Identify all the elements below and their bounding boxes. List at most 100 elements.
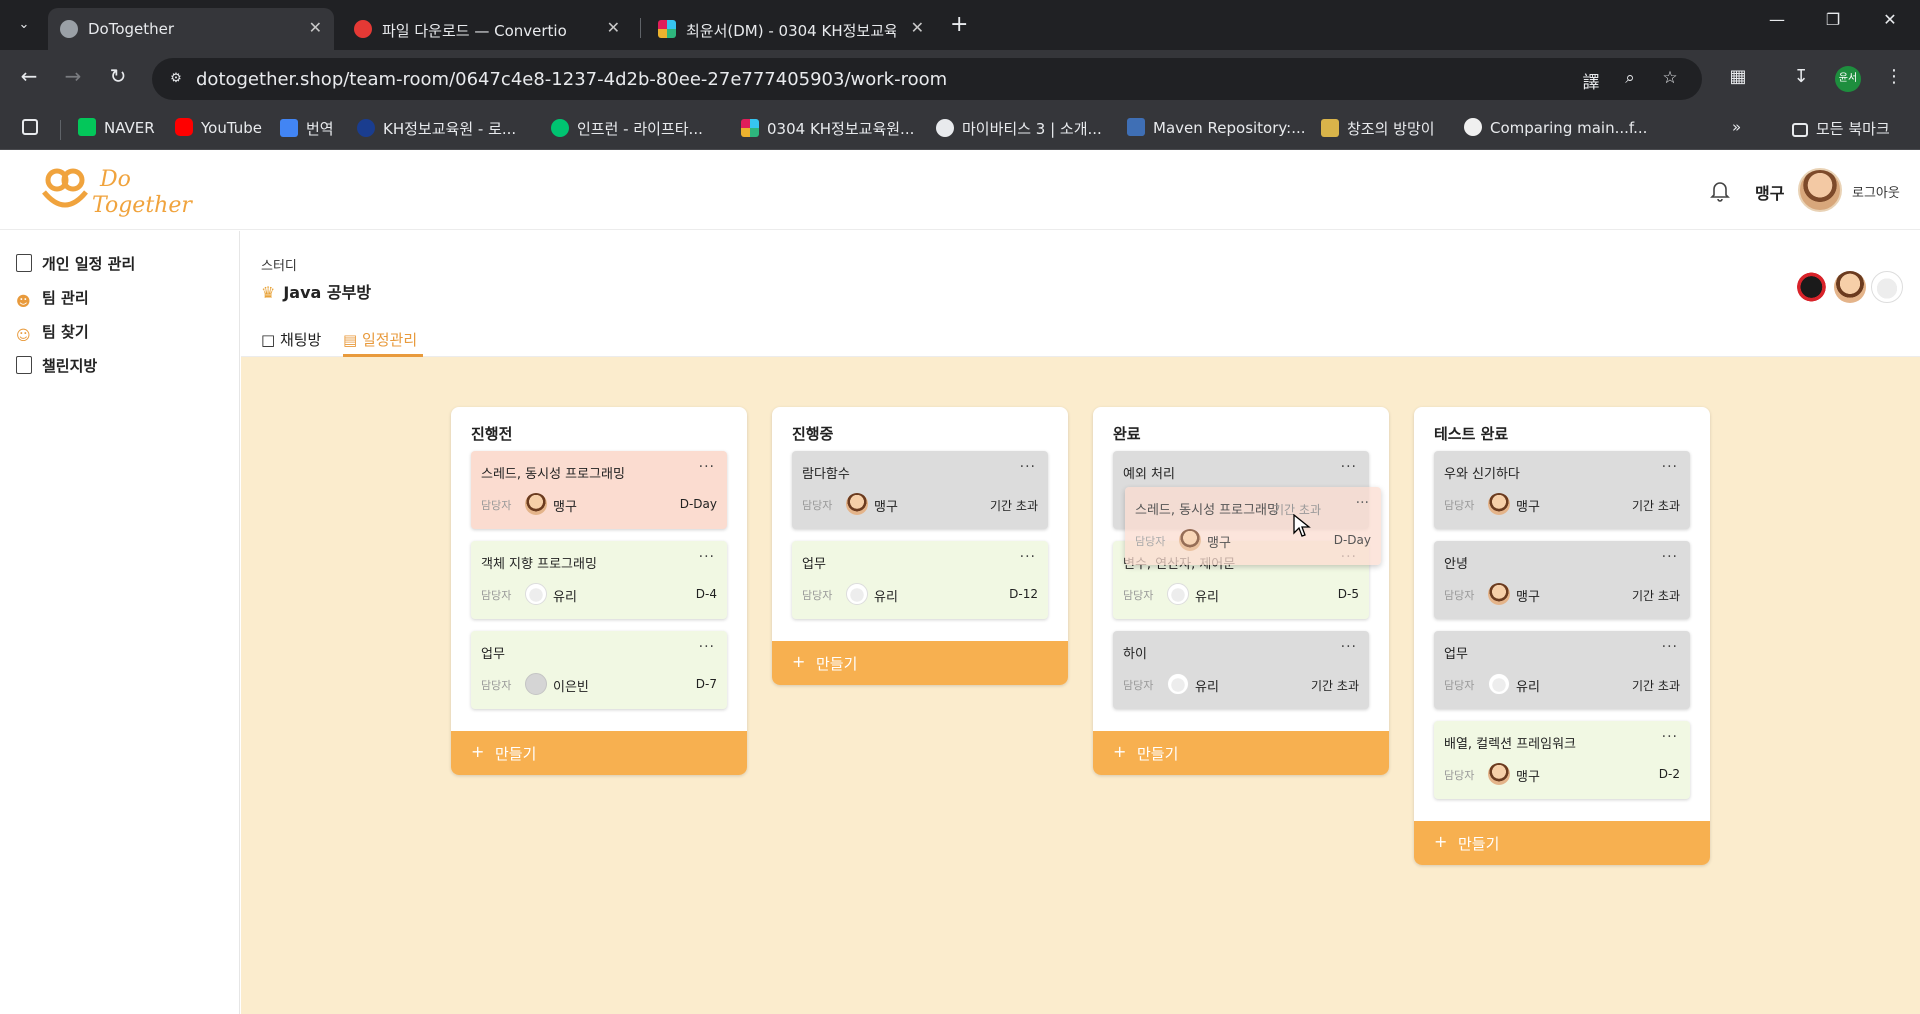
more-icon[interactable]: ··· bbox=[1662, 549, 1678, 565]
more-icon[interactable]: ··· bbox=[699, 639, 715, 655]
more-icon[interactable]: ··· bbox=[1341, 459, 1357, 475]
browser-tab-convertio[interactable]: 파일 다운로드 — Convertio ✕ bbox=[342, 8, 632, 50]
dragging-card[interactable]: 스레드, 동시성 프로그래밍 기간 초과 ··· 담당자 맹구 D-Day bbox=[1125, 487, 1381, 565]
minimize-icon[interactable]: — bbox=[1757, 10, 1797, 29]
all-bookmarks[interactable]: 모든 북마크 bbox=[1792, 118, 1890, 140]
add-card-button[interactable]: + 만들기 bbox=[1414, 821, 1710, 865]
bookmark-star-icon[interactable]: ☆ bbox=[1658, 68, 1682, 88]
owner-name: 맹구 bbox=[1516, 770, 1540, 785]
translate-icon[interactable]: 譯 bbox=[1579, 68, 1603, 93]
logout-link[interactable]: 로그아웃 bbox=[1852, 182, 1900, 201]
card-title: 객체 지향 프로그래밍 bbox=[481, 557, 597, 572]
task-card[interactable]: 객체 지향 프로그래밍 ··· 담당자 유리 D-4 bbox=[471, 541, 727, 619]
tab-divider bbox=[640, 18, 641, 38]
more-bookmarks-icon[interactable]: » bbox=[1732, 118, 1741, 140]
bookmark-github[interactable]: Comparing main...f... bbox=[1464, 118, 1647, 140]
back-arrow-icon[interactable]: ← bbox=[14, 64, 44, 88]
slack-icon bbox=[658, 20, 676, 38]
bookmark-translate[interactable]: 번역 bbox=[280, 118, 334, 140]
window-close-icon[interactable]: ✕ bbox=[1870, 10, 1910, 29]
tab-schedule[interactable]: ▤ 일정관리 bbox=[343, 325, 423, 357]
task-card[interactable]: 배열, 컬렉션 프레임워크 ··· 담당자 맹구 D-2 bbox=[1434, 721, 1690, 799]
apps-grid-icon[interactable] bbox=[22, 118, 38, 140]
due-label: 기간 초과 bbox=[1632, 679, 1680, 693]
sidebar-item-personal-schedule[interactable]: 개인 일정 관리 bbox=[16, 253, 135, 277]
plus-icon: + bbox=[1434, 832, 1448, 851]
more-icon[interactable]: ··· bbox=[1020, 459, 1036, 475]
sidebar-item-find-team[interactable]: ☺ 팀 찾기 bbox=[16, 321, 89, 345]
owner-label: 담당자 bbox=[1444, 499, 1475, 512]
browser-tab-dotogether[interactable]: DoTogether ✕ bbox=[48, 8, 334, 50]
column-title: 테스트 완료 bbox=[1434, 425, 1509, 443]
owner-name: 유리 bbox=[1516, 680, 1540, 695]
close-tab-icon[interactable]: ✕ bbox=[607, 18, 620, 37]
site-settings-icon[interactable]: ⚙ bbox=[164, 67, 188, 91]
user-avatar[interactable] bbox=[1798, 168, 1842, 212]
card-title: 예외 처리 bbox=[1123, 467, 1175, 482]
bookmark-slack[interactable]: 0304 KH정보교육원... bbox=[741, 118, 914, 140]
profile-avatar[interactable]: 윤서 bbox=[1835, 66, 1861, 92]
restore-icon[interactable]: ❐ bbox=[1813, 10, 1853, 29]
task-card[interactable]: 하이 ··· 담당자 유리 기간 초과 bbox=[1113, 631, 1369, 709]
address-bar[interactable]: ⚙ dotogether.shop/team-room/0647c4e8-123… bbox=[152, 58, 1702, 100]
close-tab-icon[interactable]: ✕ bbox=[911, 18, 924, 37]
member-avatar[interactable] bbox=[1797, 271, 1829, 303]
dotogether-logo[interactable]: Do Together bbox=[40, 158, 200, 222]
task-card[interactable]: 스레드, 동시성 프로그래밍 ··· 담당자 맹구 D-Day bbox=[471, 451, 727, 529]
due-label: D-2 bbox=[1658, 767, 1680, 781]
add-card-button[interactable]: + 만들기 bbox=[772, 641, 1068, 685]
add-card-button[interactable]: + 만들기 bbox=[451, 731, 747, 775]
more-icon[interactable]: ··· bbox=[1662, 639, 1678, 655]
task-card[interactable]: 업무 ··· 담당자 이은빈 D-7 bbox=[471, 631, 727, 709]
slack-icon bbox=[741, 119, 759, 137]
more-icon[interactable]: ··· bbox=[699, 459, 715, 475]
sidebar-item-challenge[interactable]: 챌린지방 bbox=[16, 355, 97, 379]
due-label: D-Day bbox=[1333, 533, 1371, 547]
card-title: 안녕 bbox=[1444, 557, 1468, 572]
task-card[interactable]: 업무 ··· 담당자 유리 기간 초과 bbox=[1434, 631, 1690, 709]
tab-search-chevron-icon[interactable]: ⌄ bbox=[10, 12, 38, 38]
tab-chat[interactable]: □ 채팅방 bbox=[261, 325, 327, 357]
new-tab-plus-icon[interactable]: + bbox=[950, 12, 968, 37]
forward-arrow-icon[interactable]: → bbox=[58, 64, 88, 88]
owner-avatar bbox=[846, 493, 868, 515]
more-icon[interactable]: ··· bbox=[699, 549, 715, 565]
task-card[interactable]: 안녕 ··· 담당자 맹구 기간 초과 bbox=[1434, 541, 1690, 619]
more-icon[interactable]: ··· bbox=[1662, 459, 1678, 475]
bookmark-maven[interactable]: Maven Repository:... bbox=[1127, 118, 1306, 140]
sidebar-item-team-manage[interactable]: ☻ 팀 관리 bbox=[16, 287, 89, 311]
bookmark-mybatis[interactable]: 마이바티스 3 | 소개... bbox=[936, 118, 1102, 140]
member-avatar[interactable] bbox=[1834, 271, 1866, 303]
column-todo: 진행전 스레드, 동시성 프로그래밍 ··· 담당자 맹구 D-Day 객체 지… bbox=[451, 407, 747, 775]
close-tab-icon[interactable]: ✕ bbox=[309, 18, 322, 37]
more-icon[interactable]: ··· bbox=[1662, 729, 1678, 745]
reload-icon[interactable]: ↻ bbox=[103, 64, 133, 88]
owner-label: 담당자 bbox=[1444, 679, 1475, 692]
bookmark-youtube[interactable]: YouTube bbox=[175, 118, 262, 140]
browser-tab-slack[interactable]: 최윤서(DM) - 0304 KH정보교육 ✕ bbox=[646, 8, 936, 50]
page-icon bbox=[16, 254, 32, 272]
owner-label: 담당자 bbox=[802, 499, 833, 512]
more-icon[interactable]: ··· bbox=[1020, 549, 1036, 565]
url-text[interactable]: dotogether.shop/team-room/0647c4e8-1237-… bbox=[196, 69, 947, 90]
bookmarks-bar: NAVER YouTube 번역 KH정보교육원 - 로... 인프런 - 라이… bbox=[0, 108, 1920, 150]
extensions-icon[interactable]: ▦ bbox=[1724, 66, 1752, 87]
mouse-cursor-icon bbox=[1293, 514, 1311, 537]
download-icon[interactable]: ↧ bbox=[1787, 66, 1815, 87]
bookmark-inflearn[interactable]: 인프런 - 라이프타... bbox=[551, 118, 703, 140]
more-icon[interactable]: ··· bbox=[1356, 495, 1369, 511]
task-card[interactable]: 우와 신기하다 ··· 담당자 맹구 기간 초과 bbox=[1434, 451, 1690, 529]
bookmark-changjo[interactable]: 창조의 방망이 bbox=[1321, 118, 1435, 140]
member-avatar[interactable] bbox=[1871, 271, 1903, 303]
more-icon[interactable]: ··· bbox=[1341, 639, 1357, 655]
owner-label: 담당자 bbox=[1444, 769, 1475, 782]
plus-icon: + bbox=[792, 652, 806, 671]
task-card[interactable]: 람다함수 ··· 담당자 맹구 기간 초과 bbox=[792, 451, 1048, 529]
notification-bell-icon[interactable] bbox=[1708, 178, 1732, 202]
task-card[interactable]: 업무 ··· 담당자 유리 D-12 bbox=[792, 541, 1048, 619]
menu-kebab-icon[interactable]: ⋮ bbox=[1880, 66, 1908, 87]
bookmark-naver[interactable]: NAVER bbox=[78, 118, 155, 140]
bookmark-kh[interactable]: KH정보교육원 - 로... bbox=[357, 118, 516, 140]
add-card-button[interactable]: + 만들기 bbox=[1093, 731, 1389, 775]
zoom-icon[interactable]: ⌕ bbox=[1618, 68, 1642, 88]
